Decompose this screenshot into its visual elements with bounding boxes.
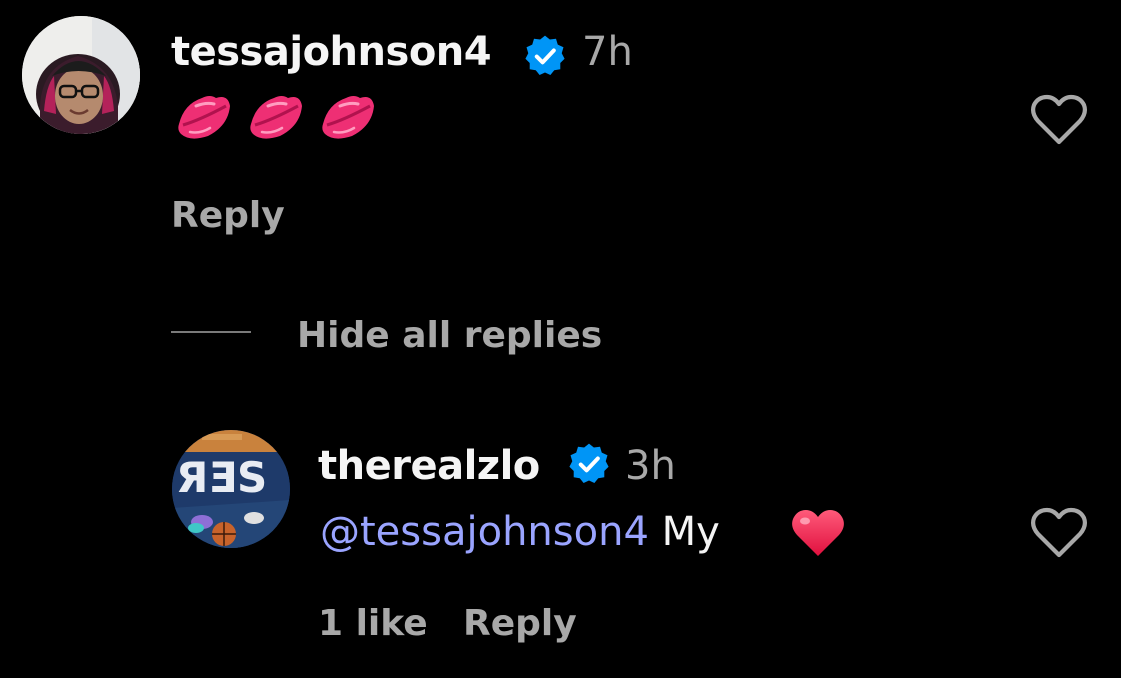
heart-outline-icon (1031, 94, 1087, 145)
verified-badge-icon (523, 34, 567, 78)
reply-body-text: My (661, 509, 720, 555)
hide-replies-button[interactable]: Hide all replies (297, 314, 602, 358)
avatar-therealzlo[interactable]: ЯƎS (172, 430, 290, 548)
comment-timestamp: 7h (582, 29, 633, 75)
reply-username[interactable]: therealzlo (318, 442, 540, 490)
reply-text: @tessajohnson4 My (320, 508, 720, 556)
reply-timestamp: 3h (625, 443, 676, 489)
kiss-mark-icon (176, 92, 232, 142)
kiss-mark-icon (248, 92, 304, 142)
kiss-mark-icon (320, 92, 376, 142)
comment-username[interactable]: tessajohnson4 (171, 28, 492, 76)
comment-content (176, 92, 376, 142)
like-comment-button[interactable] (1030, 94, 1088, 146)
replies-divider (171, 331, 251, 333)
svg-text:ЯƎS: ЯƎS (176, 453, 267, 502)
like-reply-button[interactable] (1030, 507, 1088, 559)
red-heart-icon (790, 507, 846, 563)
verified-badge-icon (567, 442, 611, 486)
avatar-tessajohnson4[interactable] (22, 16, 140, 134)
likes-count[interactable]: 1 like (318, 602, 428, 646)
reply-button[interactable]: Reply (171, 194, 285, 238)
heart-outline-icon (1031, 507, 1087, 558)
reply-reply-button[interactable]: Reply (463, 602, 577, 646)
mention-link[interactable]: @tessajohnson4 (320, 509, 649, 555)
